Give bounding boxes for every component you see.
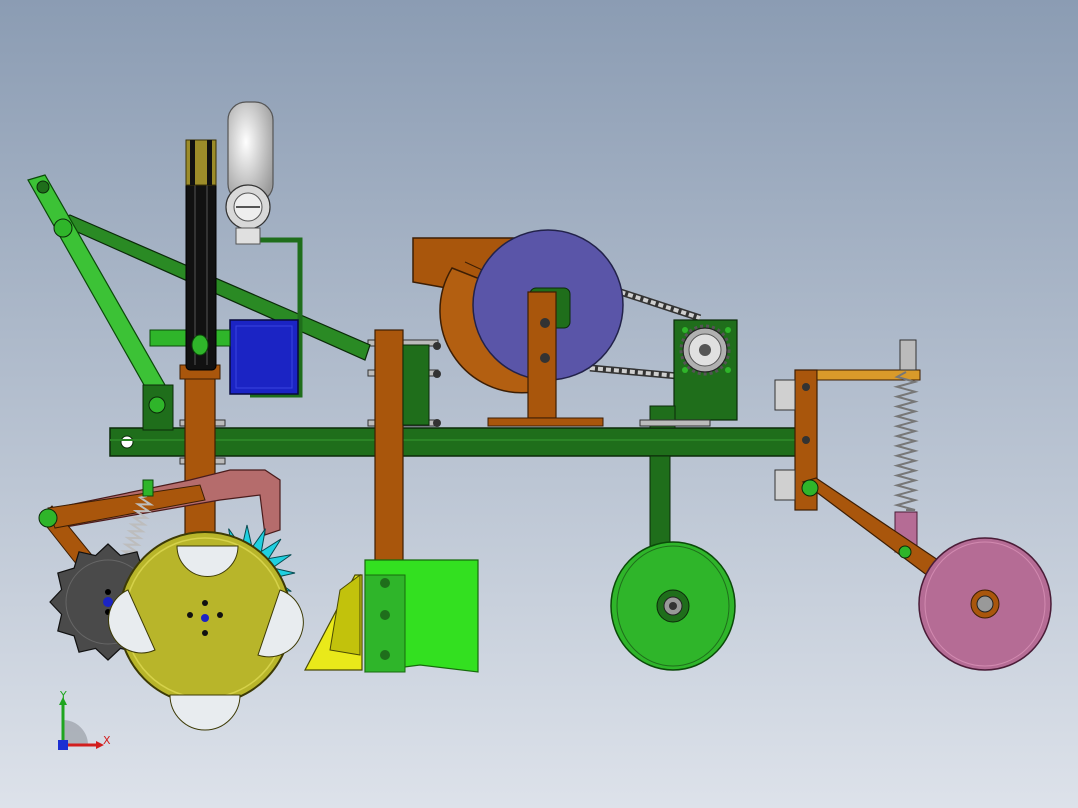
z-axis-origin: [58, 740, 68, 750]
depth-wheel-icon: [610, 541, 736, 671]
sprocket-box: [673, 319, 738, 421]
press-wheel-icon: [918, 537, 1052, 671]
x-axis-label: X: [103, 734, 111, 747]
cad-viewport[interactable]: Y X: [0, 0, 1078, 808]
y-axis-label: Y: [59, 689, 67, 702]
v-belt-icon: [185, 139, 217, 371]
seeder-assembly-drawing: Y X: [0, 0, 1078, 808]
